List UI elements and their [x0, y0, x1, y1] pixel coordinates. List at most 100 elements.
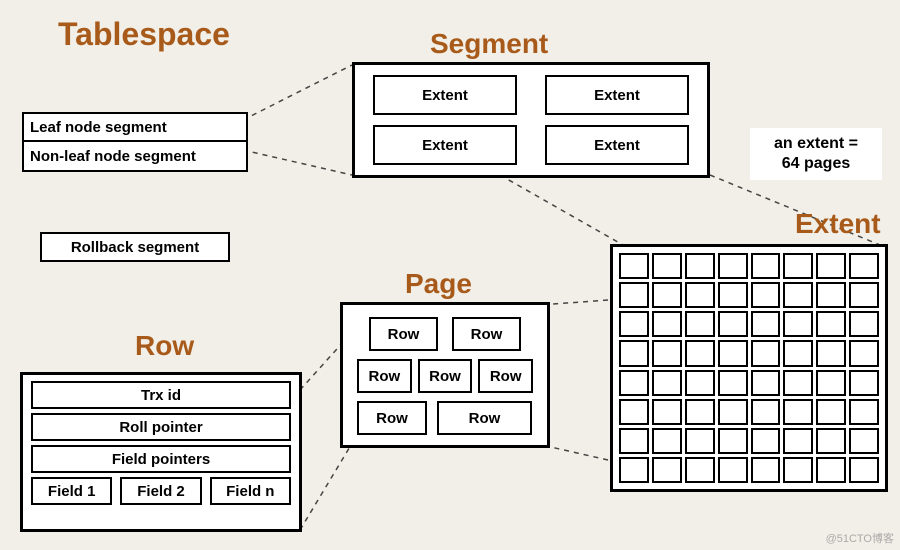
- note-line1: an extent =: [758, 134, 874, 154]
- extent-page-cell: [685, 428, 715, 454]
- leaf-node-segment: Leaf node segment: [22, 112, 248, 142]
- row-field-pointers: Field pointers: [31, 445, 291, 473]
- extent-page-cell: [816, 428, 846, 454]
- extent-page-cell: [849, 311, 879, 337]
- extent-page-cell: [751, 399, 781, 425]
- extent-page-cell: [849, 428, 879, 454]
- segment-title: Segment: [430, 28, 548, 60]
- page-row-cell: Row: [418, 359, 473, 393]
- extent-page-cell: [783, 457, 813, 483]
- extent-page-cell: [718, 399, 748, 425]
- page-box: Row Row Row Row Row Row Row: [340, 302, 550, 448]
- extent-page-cell: [619, 457, 649, 483]
- page-row-cell: Row: [369, 317, 438, 351]
- extent-cell: Extent: [373, 75, 517, 115]
- extent-page-cell: [718, 457, 748, 483]
- extent-page-cell: [849, 399, 879, 425]
- rollback-segment-block: Rollback segment: [40, 232, 230, 262]
- extent-page-cell: [652, 399, 682, 425]
- extent-page-cell: [652, 282, 682, 308]
- extent-page-cell: [751, 340, 781, 366]
- extent-page-cell: [652, 253, 682, 279]
- row-box: Trx id Roll pointer Field pointers Field…: [20, 372, 302, 532]
- row-field: Field 2: [120, 477, 201, 505]
- extent-page-cell: [816, 311, 846, 337]
- row-roll-pointer: Roll pointer: [31, 413, 291, 441]
- extent-page-cell: [652, 428, 682, 454]
- extent-page-cell: [619, 428, 649, 454]
- extent-page-cell: [685, 311, 715, 337]
- extent-cell: Extent: [545, 125, 689, 165]
- extent-page-cell: [718, 428, 748, 454]
- page-row-cell: Row: [478, 359, 533, 393]
- extent-page-cell: [783, 428, 813, 454]
- extent-page-cell: [685, 253, 715, 279]
- extent-page-cell: [751, 457, 781, 483]
- extent-page-cell: [849, 340, 879, 366]
- extent-page-cell: [849, 370, 879, 396]
- watermark: @51CTO博客: [826, 530, 894, 546]
- extent-page-cell: [619, 311, 649, 337]
- tablespace-segments-block: Leaf node segment Non-leaf node segment: [22, 112, 248, 172]
- extent-page-cell: [652, 457, 682, 483]
- extent-page-cell: [718, 340, 748, 366]
- extent-page-cell: [849, 457, 879, 483]
- page-row-cell: Row: [357, 359, 412, 393]
- extent-page-cell: [685, 399, 715, 425]
- tablespace-title: Tablespace: [58, 16, 230, 53]
- extent-page-cell: [849, 282, 879, 308]
- extent-page-cell: [849, 253, 879, 279]
- row-field: Field 1: [31, 477, 112, 505]
- extent-page-cell: [751, 370, 781, 396]
- extent-page-cell: [619, 399, 649, 425]
- rollback-segment: Rollback segment: [40, 232, 230, 262]
- extent-title: Extent: [795, 208, 881, 240]
- extent-note: an extent = 64 pages: [750, 128, 882, 180]
- extent-page-cell: [619, 370, 649, 396]
- extent-page-cell: [652, 370, 682, 396]
- extent-page-cell: [816, 457, 846, 483]
- extent-box: [610, 244, 888, 492]
- extent-page-cell: [685, 370, 715, 396]
- extent-page-cell: [619, 282, 649, 308]
- extent-page-cell: [783, 311, 813, 337]
- extent-page-cell: [816, 253, 846, 279]
- extent-page-cell: [783, 282, 813, 308]
- extent-page-cell: [751, 253, 781, 279]
- nonleaf-node-segment: Non-leaf node segment: [22, 142, 248, 172]
- extent-page-cell: [816, 370, 846, 396]
- extent-page-cell: [718, 311, 748, 337]
- extent-grid: [613, 247, 885, 489]
- extent-page-cell: [751, 311, 781, 337]
- extent-page-cell: [816, 399, 846, 425]
- extent-page-cell: [652, 311, 682, 337]
- row-title: Row: [135, 330, 194, 362]
- extent-page-cell: [685, 457, 715, 483]
- extent-cell: Extent: [545, 75, 689, 115]
- extent-page-cell: [718, 253, 748, 279]
- extent-page-cell: [619, 253, 649, 279]
- row-trx-id: Trx id: [31, 381, 291, 409]
- extent-page-cell: [816, 340, 846, 366]
- extent-page-cell: [652, 340, 682, 366]
- extent-page-cell: [685, 282, 715, 308]
- extent-page-cell: [783, 370, 813, 396]
- extent-page-cell: [783, 399, 813, 425]
- page-row-cell: Row: [357, 401, 427, 435]
- extent-page-cell: [685, 340, 715, 366]
- extent-page-cell: [718, 282, 748, 308]
- page-row-cell: Row: [437, 401, 532, 435]
- extent-page-cell: [783, 253, 813, 279]
- row-field: Field n: [210, 477, 291, 505]
- extent-cell: Extent: [373, 125, 517, 165]
- extent-page-cell: [751, 428, 781, 454]
- page-title: Page: [405, 268, 472, 300]
- segment-box: Extent Extent Extent Extent: [352, 62, 710, 178]
- extent-page-cell: [816, 282, 846, 308]
- page-row-cell: Row: [452, 317, 521, 351]
- extent-page-cell: [783, 340, 813, 366]
- extent-page-cell: [751, 282, 781, 308]
- note-line2: 64 pages: [758, 154, 874, 174]
- extent-page-cell: [718, 370, 748, 396]
- extent-page-cell: [619, 340, 649, 366]
